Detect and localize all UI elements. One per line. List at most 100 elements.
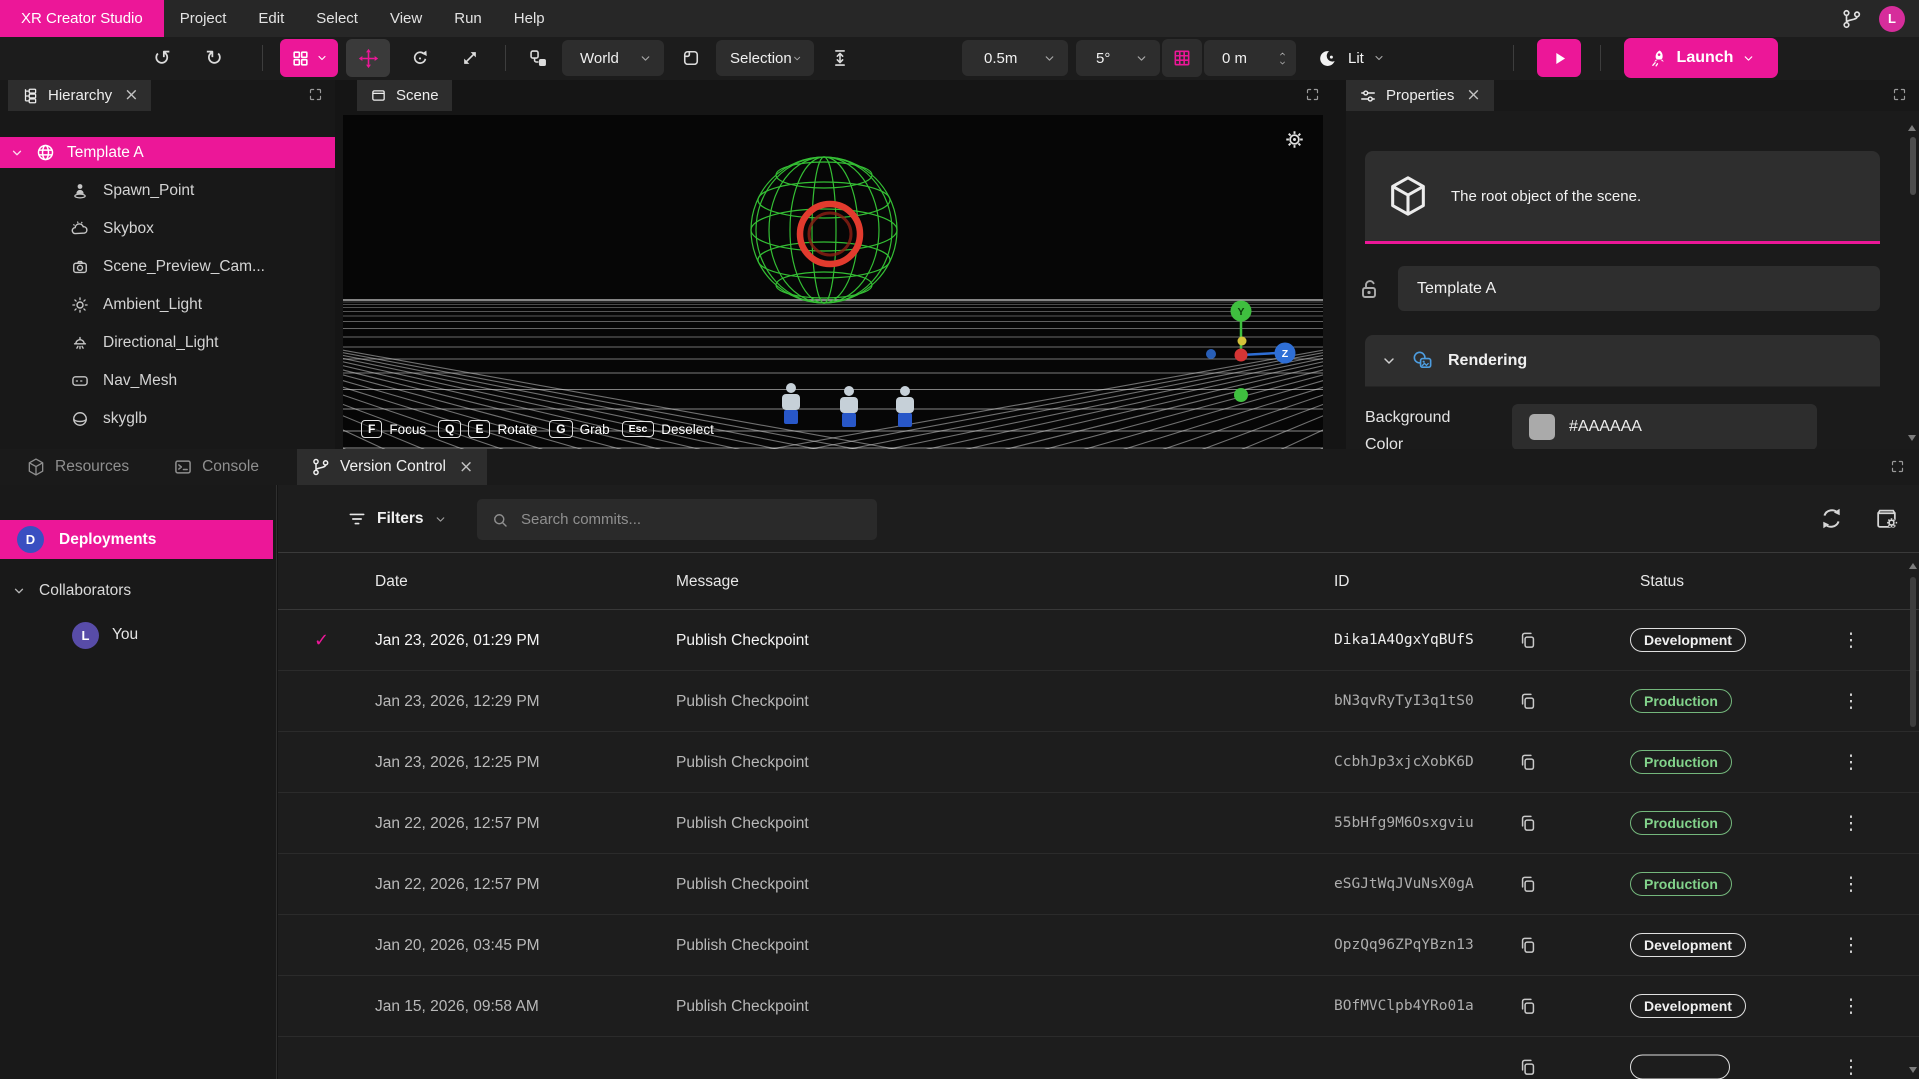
snap-toggle-button[interactable] bbox=[822, 40, 858, 76]
commit-row[interactable]: ✓ Jan 23, 2026, 01:29 PM Publish Checkpo… bbox=[278, 610, 1919, 671]
copy-id-button[interactable] bbox=[1518, 813, 1538, 833]
viewport-3d[interactable]: Y Z F Focus Q E Rotate G Grab Esc Desele bbox=[343, 115, 1323, 449]
properties-scrollbar[interactable] bbox=[1909, 125, 1916, 441]
scroll-up-icon[interactable] bbox=[1909, 563, 1917, 569]
tab-console[interactable]: Console bbox=[159, 449, 273, 485]
rendering-section-header[interactable]: Rendering bbox=[1365, 335, 1880, 387]
menu-edit[interactable]: Edit bbox=[242, 0, 300, 37]
commit-id: BOfMVClpb4YRo01a bbox=[1334, 976, 1474, 1037]
play-button[interactable] bbox=[1537, 39, 1581, 77]
move-tool-button[interactable] bbox=[346, 39, 390, 77]
tab-scene[interactable]: Scene bbox=[357, 80, 452, 111]
scroll-down-icon[interactable] bbox=[1909, 1067, 1917, 1073]
row-menu-button[interactable]: ⋮ bbox=[1840, 690, 1862, 712]
refresh-button[interactable] bbox=[1819, 506, 1844, 531]
row-menu-button[interactable]: ⋮ bbox=[1840, 1056, 1862, 1078]
sidebar-item-deployments[interactable]: D Deployments bbox=[0, 520, 273, 559]
commit-id: eSGJtWqJVuNsX0gA bbox=[1334, 854, 1474, 915]
close-icon[interactable]: × bbox=[459, 457, 473, 477]
shading-mode-select[interactable]: Lit bbox=[1318, 40, 1385, 76]
tree-item-spawn-point[interactable]: Spawn_Point bbox=[0, 175, 335, 206]
rotate-snap-select[interactable]: 5° bbox=[1076, 40, 1160, 76]
row-menu-button[interactable]: ⋮ bbox=[1840, 873, 1862, 895]
tab-resources[interactable]: Resources bbox=[12, 449, 143, 485]
expand-scene-button[interactable] bbox=[1305, 87, 1320, 102]
expand-hierarchy-button[interactable] bbox=[308, 87, 323, 102]
menu-run[interactable]: Run bbox=[438, 0, 498, 37]
copy-id-button[interactable] bbox=[1518, 1057, 1538, 1077]
copy-id-button[interactable] bbox=[1518, 874, 1538, 894]
copy-id-button[interactable] bbox=[1518, 630, 1538, 650]
tree-item-scene-preview-cam[interactable]: Scene_Preview_Cam... bbox=[0, 251, 335, 282]
sidebar-item-you[interactable]: L You bbox=[0, 620, 276, 650]
expand-properties-button[interactable] bbox=[1892, 87, 1907, 102]
scroll-up-icon[interactable] bbox=[1908, 125, 1916, 131]
copy-id-button[interactable] bbox=[1518, 996, 1538, 1016]
commits-scrollbar[interactable] bbox=[1909, 563, 1917, 1073]
chevron-down-icon bbox=[1381, 353, 1397, 369]
tree-item-ambient-light[interactable]: Ambient_Light bbox=[0, 289, 335, 320]
background-color-picker[interactable]: #AAAAAA bbox=[1512, 404, 1817, 449]
commit-row[interactable]: Jan 22, 2026, 12:57 PM Publish Checkpoin… bbox=[278, 793, 1919, 854]
row-menu-button[interactable]: ⋮ bbox=[1840, 995, 1862, 1017]
commit-row[interactable]: Jan 15, 2026, 09:58 AM Publish Checkpoin… bbox=[278, 976, 1919, 1037]
tree-item-directional-light[interactable]: Directional_Light bbox=[0, 327, 335, 358]
pivot-button[interactable] bbox=[672, 40, 710, 76]
parenting-button[interactable] bbox=[518, 40, 558, 76]
tree-item-skyglb[interactable]: skyglb bbox=[0, 403, 335, 434]
menu-project[interactable]: Project bbox=[164, 0, 243, 37]
tree-item-template-a[interactable]: Template A bbox=[0, 137, 335, 168]
filters-button[interactable]: Filters bbox=[347, 501, 447, 537]
space-select[interactable]: World bbox=[562, 40, 664, 76]
grid-height-stepper[interactable]: 0 m bbox=[1204, 40, 1296, 76]
row-menu-button[interactable]: ⋮ bbox=[1840, 812, 1862, 834]
user-avatar[interactable]: L bbox=[1879, 6, 1905, 32]
copy-id-button[interactable] bbox=[1518, 752, 1538, 772]
commit-row-partial[interactable]: ⋮ bbox=[278, 1037, 1919, 1079]
sidebar-item-collaborators[interactable]: Collaborators bbox=[0, 576, 276, 606]
object-name-field[interactable]: Template A bbox=[1398, 266, 1880, 311]
undo-button[interactable]: ↺ bbox=[140, 40, 184, 76]
commit-row[interactable]: Jan 20, 2026, 03:45 PM Publish Checkpoin… bbox=[278, 915, 1919, 976]
redo-button[interactable]: ↻ bbox=[192, 40, 236, 76]
close-icon[interactable]: × bbox=[124, 87, 138, 104]
grid-toggle-button[interactable] bbox=[1162, 39, 1202, 77]
viewport-settings-button[interactable] bbox=[1284, 129, 1305, 150]
commit-row[interactable]: Jan 22, 2026, 12:57 PM Publish Checkpoin… bbox=[278, 854, 1919, 915]
menu-help[interactable]: Help bbox=[498, 0, 561, 37]
menu-select[interactable]: Select bbox=[300, 0, 374, 37]
expand-bottom-panel-button[interactable] bbox=[1890, 459, 1905, 474]
lock-open-icon[interactable] bbox=[1358, 277, 1382, 301]
chevron-down-icon[interactable] bbox=[10, 146, 24, 160]
stepper-arrows[interactable] bbox=[1277, 50, 1288, 67]
version-control-icon[interactable] bbox=[1841, 8, 1863, 30]
scrollbar-thumb[interactable] bbox=[1910, 137, 1916, 195]
row-menu-button[interactable]: ⋮ bbox=[1840, 751, 1862, 773]
app-title[interactable]: XR Creator Studio bbox=[0, 0, 164, 37]
row-menu-button[interactable]: ⋮ bbox=[1840, 934, 1862, 956]
deploy-settings-button[interactable] bbox=[1874, 506, 1899, 531]
tab-version-control[interactable]: Version Control × bbox=[297, 449, 487, 485]
scale-tool-button[interactable] bbox=[448, 40, 492, 76]
menu-view[interactable]: View bbox=[374, 0, 438, 37]
scroll-down-icon[interactable] bbox=[1908, 435, 1916, 441]
pivot-mode-select[interactable]: Selection bbox=[716, 40, 814, 76]
tree-item-skybox[interactable]: Skybox bbox=[0, 213, 335, 244]
gizmo-mode-button[interactable] bbox=[280, 39, 338, 77]
color-swatch[interactable] bbox=[1529, 414, 1555, 440]
search-commits-input[interactable] bbox=[521, 511, 863, 528]
tree-item-nav-mesh[interactable]: Nav_Mesh bbox=[0, 365, 335, 396]
commit-row[interactable]: Jan 23, 2026, 12:29 PM Publish Checkpoin… bbox=[278, 671, 1919, 732]
copy-id-button[interactable] bbox=[1518, 935, 1538, 955]
tab-properties[interactable]: Properties × bbox=[1346, 80, 1494, 111]
close-icon[interactable]: × bbox=[1466, 87, 1480, 104]
move-snap-select[interactable]: 0.5m bbox=[962, 40, 1068, 76]
commit-row[interactable]: Jan 23, 2026, 12:25 PM Publish Checkpoin… bbox=[278, 732, 1919, 793]
launch-button[interactable]: Launch bbox=[1624, 38, 1778, 78]
chevron-down-icon bbox=[1277, 59, 1288, 67]
row-menu-button[interactable]: ⋮ bbox=[1840, 629, 1862, 651]
scrollbar-thumb[interactable] bbox=[1910, 577, 1916, 727]
tab-hierarchy[interactable]: Hierarchy × bbox=[8, 80, 151, 111]
rotate-tool-button[interactable] bbox=[398, 40, 442, 76]
copy-id-button[interactable] bbox=[1518, 691, 1538, 711]
